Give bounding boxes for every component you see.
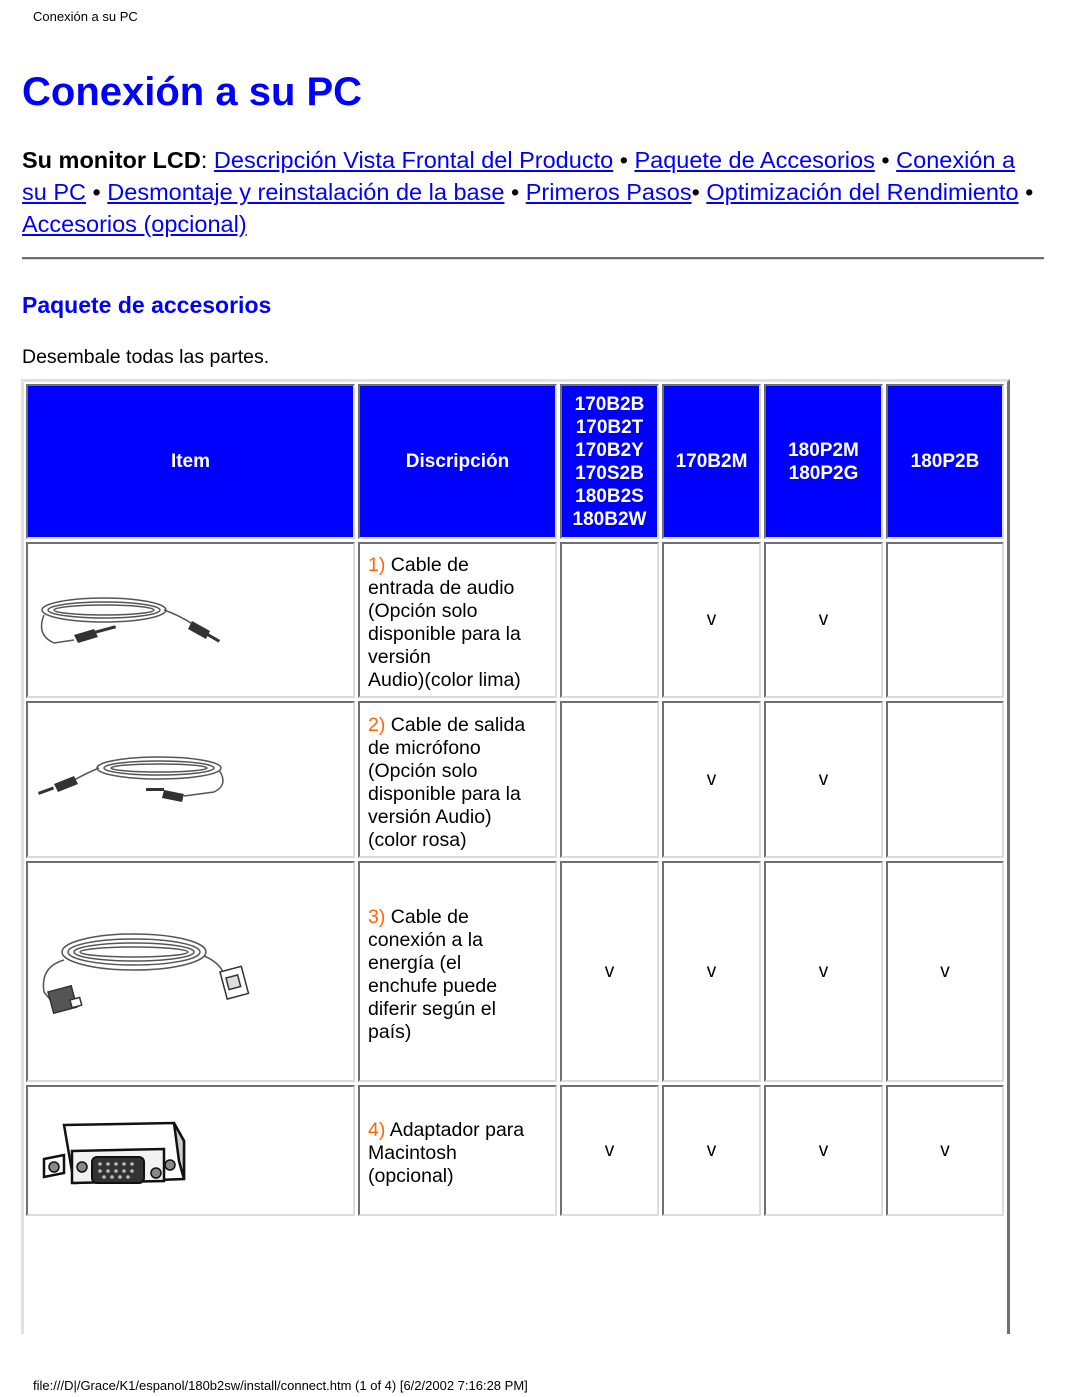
item-image-cell [26,542,355,698]
availability-cell: v [886,1085,1004,1216]
page-footer-url: file:///D|/Grace/K1/espanol/180b2sw/inst… [33,1378,528,1393]
desc-line: Cable de salida [390,713,526,736]
desc-line: disponible para la [368,782,521,805]
availability-cell: v [560,1085,659,1216]
model-name: 170S2B [575,462,644,484]
item-description-cell: 3) Cable de conexión a la energía (el en… [358,861,557,1082]
availability-cell: v [662,701,761,858]
desc-line: (Opción solo [368,600,478,622]
desc-line: (Opción solo [368,759,478,782]
availability-cell [560,701,659,858]
desc-line: versión [368,646,431,668]
nav-link-optional-accessories[interactable]: Accesorios (opcional) [22,211,247,237]
availability-cell: v [662,1085,761,1216]
power-cord-icon [42,932,250,1014]
header-description-label: Discripción [405,451,510,472]
item-number: 1) [368,554,386,576]
desc-line: Macintosh [368,1142,457,1164]
desc-line: conexión a la [368,928,483,951]
intro-text: Desembale todas las partes. [22,346,270,368]
nav-separator: • [619,147,628,173]
item-description-cell: 2) Cable de salida de micrófono (Opción … [358,701,557,858]
desc-line: diferir según el [368,997,496,1020]
nav-separator: • [92,179,101,205]
model-name: 180P2M [788,439,859,461]
item-description-cell: 4) Adaptador para Macintosh (opcional) [358,1085,557,1216]
page-header-label: Conexión a su PC [33,9,138,24]
nav-link-getting-started[interactable]: Primeros Pasos [526,179,692,205]
audio-in-cable-icon [40,597,221,644]
nav-separator: • [1025,179,1034,205]
availability-cell: v [886,861,1004,1082]
nav-link-front-view[interactable]: Descripción Vista Frontal del Producto [214,147,613,173]
desc-line: Cable de [390,554,469,576]
desc-line: versión Audio) [368,805,492,828]
desc-line: energía (el [368,951,462,974]
nav-separator: • [510,179,520,205]
nav-separator: • [881,147,890,173]
model-name: 180B2S [575,485,644,507]
model-name: 170B2M [675,451,748,472]
desc-line: entrada de audio [368,577,515,599]
header-item: Item [26,384,355,539]
nav-link-base-removal[interactable]: Desmontaje y reinstalación de la base [107,179,504,205]
item-image-cell [26,1085,355,1216]
item-image-cell [26,701,355,858]
nav-link-accessory-pack[interactable]: Paquete de Accesorios [634,147,874,173]
availability-cell [886,701,1004,858]
desc-line: país) [368,1020,412,1043]
page-title: Conexión a su PC [22,70,363,114]
availability-cell: v [764,542,883,698]
desc-line: de micrófono [368,736,481,759]
model-name: 180B2W [572,508,647,530]
availability-cell: v [662,542,761,698]
model-name: 180P2G [788,462,859,484]
availability-cell [886,542,1004,698]
item-description-cell: 1) Cable de entrada de audio (Opción sol… [358,542,557,698]
header-model-group-2: 170B2M [662,384,761,539]
desc-line: Adaptador para [389,1119,525,1141]
availability-cell: v [662,861,761,1082]
availability-cell: v [764,861,883,1082]
model-name: 170B2Y [575,439,644,461]
mac-adapter-icon [42,1121,186,1184]
header-model-group-4: 180P2B [886,384,1004,539]
item-number: 2) [368,713,386,736]
desc-line: (opcional) [368,1165,454,1187]
header-description: Discripción [358,384,557,539]
nav-prefix: Su monitor LCD [22,147,201,173]
desc-line: Cable de [390,905,469,928]
nav-link-optimization[interactable]: Optimización del Rendimiento [706,179,1018,205]
availability-cell: v [560,861,659,1082]
availability-cell: v [764,701,883,858]
horizontal-rule [22,257,1044,260]
item-number: 3) [368,905,386,928]
desc-line: (color rosa) [368,828,467,851]
model-name: 170B2T [575,416,644,438]
desc-line: Audio)(color lima) [368,669,521,691]
desc-line: enchufe puede [368,974,498,997]
availability-cell: v [764,1085,883,1216]
item-image-cell [26,861,355,1082]
header-model-group-1: 170B2B 170B2T 170B2Y 170S2B 180B2S 180B2… [560,384,659,539]
microphone-cable-icon [38,755,224,802]
nav-separator: • [691,179,700,205]
header-model-group-3: 180P2M 180P2G [764,384,883,539]
header-item-label: Item [170,451,211,472]
model-name: 180P2B [910,451,980,472]
product-nav: Su monitor LCD: Descripción Vista Fronta… [22,147,1034,237]
desc-line: disponible para la [368,623,521,645]
model-name: 170B2B [574,393,645,415]
item-number: 4) [368,1119,386,1141]
section-title: Paquete de accesorios [22,292,272,318]
availability-cell [560,542,659,698]
